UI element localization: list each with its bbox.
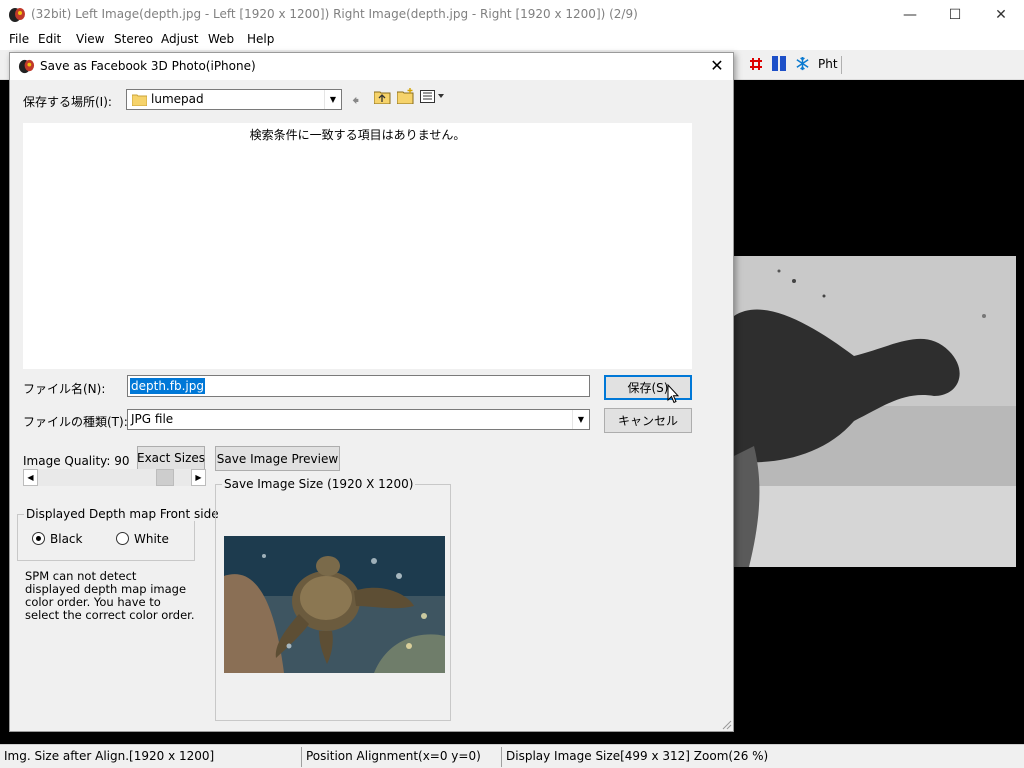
depth-note: SPM can not detect displayed depth map i… xyxy=(25,569,195,622)
filetype-label: ファイルの種類(T): xyxy=(23,415,128,429)
close-icon[interactable]: ✕ xyxy=(978,0,1024,30)
file-list[interactable]: 検索条件に一致する項目はありません。 xyxy=(23,123,692,369)
menu-edit[interactable]: Edit xyxy=(38,32,61,46)
menu-stereo[interactable]: Stereo xyxy=(114,32,153,46)
mouse-cursor-icon xyxy=(667,384,679,404)
app-titlebar: (32bit) Left Image(depth.jpg - Left [192… xyxy=(0,0,1024,30)
snowflake-icon[interactable] xyxy=(795,56,810,71)
image-quality-value: 90 xyxy=(114,454,130,468)
preview-image xyxy=(224,536,445,673)
cancel-button[interactable]: キャンセル xyxy=(604,408,692,433)
dialog-titlebar: Save as Facebook 3D Photo(iPhone) ✕ xyxy=(10,53,733,80)
statusbar: Img. Size after Align.[1920 x 1200] Posi… xyxy=(0,744,1024,768)
image-quality-text: Image Quality: xyxy=(23,454,111,468)
radio-white-label: White xyxy=(134,532,169,546)
preview-group-title: Save Image Size (1920 X 1200) xyxy=(222,477,416,491)
minimize-icon[interactable]: — xyxy=(887,0,933,30)
menu-view[interactable]: View xyxy=(76,32,104,46)
image-quality-label: Image Quality: 90 xyxy=(23,454,130,468)
menubar: File Edit View Stereo Adjust Web Help xyxy=(0,30,1024,50)
save-button-label: 保存(S) xyxy=(627,381,669,395)
scroll-right-icon[interactable]: ▶ xyxy=(191,469,206,486)
radio-black-label: Black xyxy=(50,532,83,546)
menu-web[interactable]: Web xyxy=(208,32,234,46)
menu-help[interactable]: Help xyxy=(247,32,274,46)
exact-sizes-button[interactable]: Exact Sizes xyxy=(137,446,205,470)
status-size-after-align: Img. Size after Align.[1920 x 1200] xyxy=(0,747,302,767)
maximize-icon[interactable]: ☐ xyxy=(932,0,978,30)
filename-label: ファイル名(N): xyxy=(23,382,106,396)
slider-thumb[interactable] xyxy=(156,469,174,486)
status-display-size: Display Image Size[499 x 312] Zoom(26 %) xyxy=(506,749,769,763)
view-menu-icon[interactable] xyxy=(420,90,446,103)
app-icon[interactable] xyxy=(8,6,26,24)
close-icon[interactable]: ✕ xyxy=(705,55,729,77)
save-image-preview-label: Save Image Preview xyxy=(216,451,339,466)
menu-adjust[interactable]: Adjust xyxy=(161,32,199,46)
filetype-value: JPG file xyxy=(131,412,174,426)
depth-side-group-title: Displayed Depth map Front side xyxy=(24,507,221,521)
chevron-down-icon[interactable]: ▼ xyxy=(324,90,341,109)
radio-black[interactable] xyxy=(32,532,45,545)
up-folder-icon[interactable] xyxy=(374,90,391,104)
quality-slider[interactable]: ◀ ▶ xyxy=(23,469,206,486)
hash-icon[interactable] xyxy=(749,57,763,71)
resize-grip-icon[interactable] xyxy=(720,718,732,730)
save-in-label: 保存する場所(I): xyxy=(23,95,112,109)
new-folder-icon[interactable] xyxy=(397,88,415,104)
depth-side-group: Displayed Depth map Front side Black Whi… xyxy=(17,507,221,561)
app-icon xyxy=(18,59,35,74)
dialog-title: Save as Facebook 3D Photo(iPhone) xyxy=(40,59,256,73)
save-in-value: lumepad xyxy=(151,92,204,106)
save-in-dropdown[interactable]: lumepad ▼ xyxy=(126,89,342,110)
save-image-preview-button[interactable]: Save Image Preview xyxy=(215,446,340,471)
preview-group: Save Image Size (1920 X 1200) xyxy=(215,477,451,721)
scroll-left-icon[interactable]: ◀ xyxy=(23,469,38,486)
empty-message: 検索条件に一致する項目はありません。 xyxy=(249,128,466,142)
menu-file[interactable]: File xyxy=(9,32,29,46)
app-title: (32bit) Left Image(depth.jpg - Left [192… xyxy=(31,7,638,21)
filename-value: depth.fb.jpg xyxy=(130,378,205,394)
radio-white[interactable] xyxy=(116,532,129,545)
exact-sizes-label: Exact Sizes xyxy=(136,451,206,465)
folder-icon xyxy=(132,94,147,106)
flag-icon[interactable] xyxy=(772,56,786,71)
filetype-dropdown[interactable]: JPG file ▼ xyxy=(127,409,590,430)
chevron-down-icon[interactable]: ▼ xyxy=(572,410,589,429)
filename-input[interactable]: depth.fb.jpg xyxy=(127,375,590,397)
status-position-alignment: Position Alignment(x=0 y=0) xyxy=(302,747,502,767)
depth-map-image xyxy=(734,256,1016,567)
back-arrow-icon[interactable]: 🠸 xyxy=(352,90,359,114)
toolbar-separator xyxy=(841,56,842,74)
save-dialog: Save as Facebook 3D Photo(iPhone) ✕ 保存する… xyxy=(9,52,734,732)
cancel-button-label: キャンセル xyxy=(617,414,678,428)
pht-button[interactable]: Pht xyxy=(818,57,838,71)
